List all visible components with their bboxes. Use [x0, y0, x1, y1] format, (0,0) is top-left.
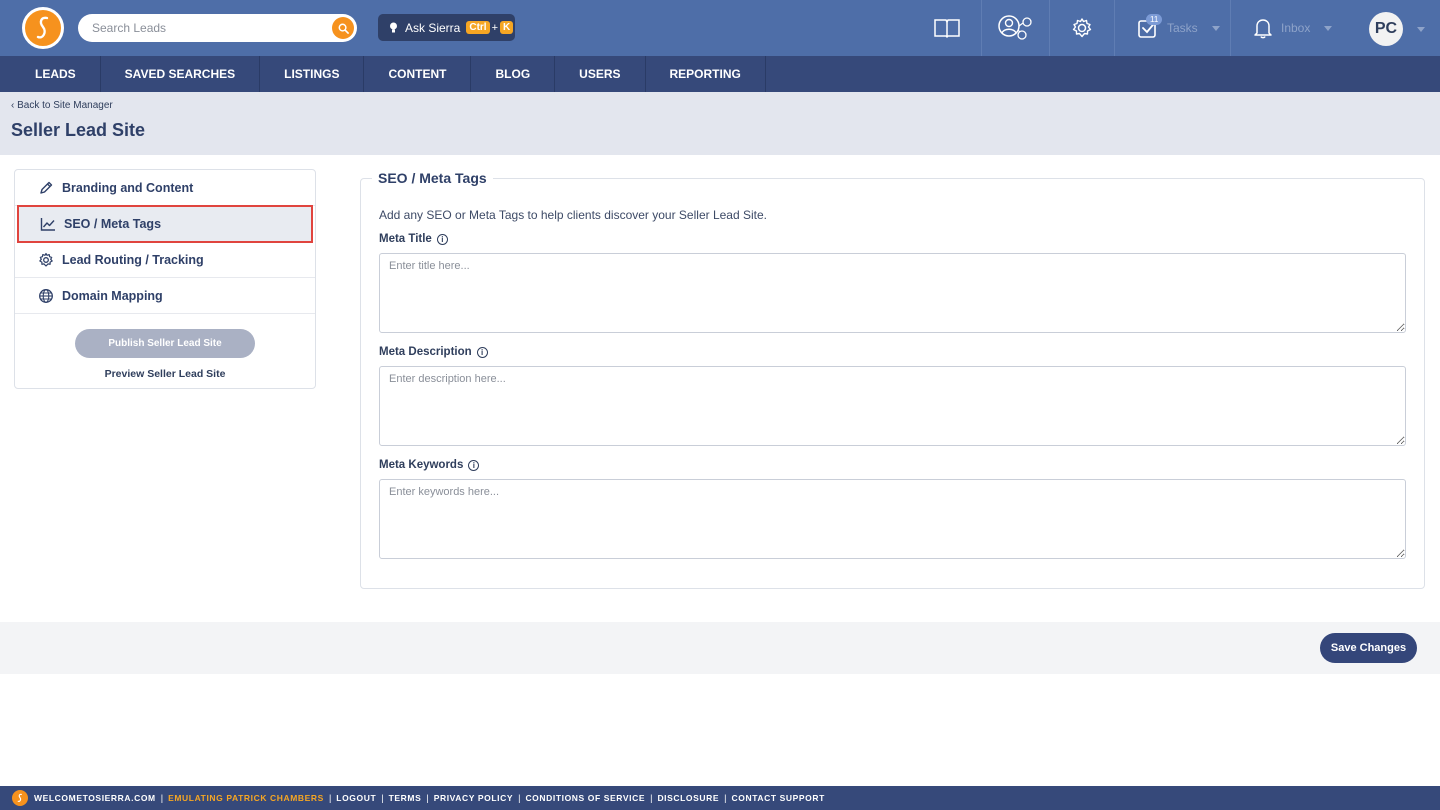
footer-separator: |: [160, 793, 164, 803]
footer-separator: |: [328, 793, 332, 803]
search-icon: [338, 23, 349, 34]
search-button[interactable]: [332, 17, 354, 39]
gear-icon: [1072, 18, 1092, 38]
info-icon[interactable]: i: [468, 459, 480, 471]
pencil-icon: [40, 181, 53, 194]
footer-separator: |: [381, 793, 384, 803]
tasks-button[interactable]: Tasks: [1114, 0, 1230, 56]
kbd-k: K: [500, 21, 514, 34]
kbd-plus: +: [491, 21, 499, 34]
globe-icon: [39, 288, 53, 303]
info-icon[interactable]: i: [476, 346, 488, 358]
tasks-label: Tasks: [1167, 21, 1198, 35]
search-bar: [78, 14, 357, 42]
footer-logout-link[interactable]: LOGOUT: [336, 793, 376, 803]
nav-users[interactable]: USERS: [555, 56, 646, 92]
settings-button[interactable]: [1049, 0, 1114, 56]
sierra-logo[interactable]: [22, 7, 64, 49]
line-chart-icon: [40, 217, 55, 231]
page-header: ‹ Back to Site Manager Seller Lead Site: [0, 92, 1440, 155]
save-bar: [0, 622, 1440, 674]
ask-sierra-label: Ask Sierra: [405, 20, 461, 35]
publish-seller-lead-site-button[interactable]: Publish Seller Lead Site: [75, 329, 255, 358]
settings-sidebar: Branding and Content SEO / Meta Tags Lea…: [14, 169, 316, 389]
chevron-down-icon: [1211, 25, 1220, 31]
nav-listings[interactable]: LISTINGS: [260, 56, 365, 92]
chevron-down-icon[interactable]: [1417, 27, 1425, 32]
footer-disclosure-link[interactable]: DISCLOSURE: [657, 793, 719, 803]
user-avatar[interactable]: PC: [1369, 12, 1403, 46]
meta-description-label: Meta Description i: [379, 346, 488, 358]
meta-description-input[interactable]: [379, 366, 1406, 446]
meta-keywords-label-text: Meta Keywords: [379, 459, 464, 471]
nav-content[interactable]: CONTENT: [364, 56, 472, 92]
footer-site-link[interactable]: WELCOMETOSIERRA.COM: [34, 793, 156, 803]
meta-title-input[interactable]: [379, 253, 1406, 333]
sierra-s-icon: [36, 16, 49, 39]
inbox-label: Inbox: [1281, 21, 1311, 35]
sidebar-item-label: Lead Routing / Tracking: [62, 252, 204, 267]
footer-terms-link[interactable]: TERMS: [389, 793, 422, 803]
ask-sierra-button[interactable]: Ask Sierra Ctrl + K: [378, 14, 515, 41]
sidebar-item-label: Branding and Content: [62, 180, 194, 195]
back-to-site-manager-link[interactable]: ‹ Back to Site Manager: [11, 100, 113, 111]
help-text: Add any SEO or Meta Tags to help clients…: [379, 208, 767, 222]
meta-description-label-text: Meta Description: [379, 346, 472, 358]
info-icon[interactable]: i: [436, 233, 448, 245]
bell-icon: [1254, 19, 1272, 39]
inbox-button[interactable]: Inbox: [1230, 0, 1346, 56]
nav-saved-searches[interactable]: SAVED SEARCHES: [101, 56, 261, 92]
footer-separator: |: [724, 793, 727, 803]
people-network-icon: [997, 15, 1032, 40]
footer-separator: |: [518, 793, 521, 803]
sidebar-item-label: Domain Mapping: [62, 288, 163, 303]
tasks-count-badge: 11: [1146, 14, 1163, 25]
section-title: SEO / Meta Tags: [372, 170, 493, 186]
lightbulb-icon: [390, 22, 397, 32]
main-nav: LEADS SAVED SEARCHES LISTINGS CONTENT BL…: [0, 56, 1440, 92]
chevron-down-icon: [1324, 25, 1333, 31]
page-title: Seller Lead Site: [11, 120, 146, 140]
meta-keywords-label: Meta Keywords i: [379, 459, 480, 471]
sidebar-item-branding[interactable]: Branding and Content: [15, 170, 315, 206]
meta-title-label-text: Meta Title: [379, 233, 432, 245]
resources-button[interactable]: [913, 0, 981, 56]
footer-contact-support-link[interactable]: CONTACT SUPPORT: [732, 793, 825, 803]
footer-emulating: EMULATING PATRICK CHAMBERS: [168, 793, 324, 803]
nav-reporting[interactable]: REPORTING: [646, 56, 766, 92]
meta-keywords-input[interactable]: [379, 479, 1406, 559]
footer-conditions-link[interactable]: CONDITIONS OF SERVICE: [525, 793, 645, 803]
sidebar-item-label: SEO / Meta Tags: [64, 216, 162, 231]
save-changes-button[interactable]: Save Changes: [1320, 633, 1417, 663]
nav-leads[interactable]: LEADS: [11, 56, 101, 92]
search-input[interactable]: [92, 14, 322, 42]
sidebar-item-domain-mapping[interactable]: Domain Mapping: [15, 278, 315, 314]
footer-privacy-link[interactable]: PRIVACY POLICY: [434, 793, 513, 803]
meta-title-label: Meta Title i: [379, 233, 448, 245]
sidebar-item-seo[interactable]: SEO / Meta Tags: [17, 205, 313, 243]
sierra-logo-icon: [12, 790, 28, 806]
footer-separator: |: [426, 793, 429, 803]
top-bar: Ask Sierra Ctrl + K Tasks 11 Inbox PC: [0, 0, 1440, 56]
gear-icon: [39, 252, 53, 267]
sidebar-item-lead-routing[interactable]: Lead Routing / Tracking: [15, 242, 315, 278]
footer: WELCOMETOSIERRA.COM | EMULATING PATRICK …: [0, 786, 1440, 810]
footer-separator: |: [650, 793, 653, 803]
book-icon: [934, 19, 960, 39]
team-button[interactable]: [981, 0, 1049, 56]
nav-blog[interactable]: BLOG: [471, 56, 556, 92]
kbd-ctrl: Ctrl: [466, 21, 490, 34]
preview-seller-lead-site-link[interactable]: Preview Seller Lead Site: [15, 368, 315, 380]
